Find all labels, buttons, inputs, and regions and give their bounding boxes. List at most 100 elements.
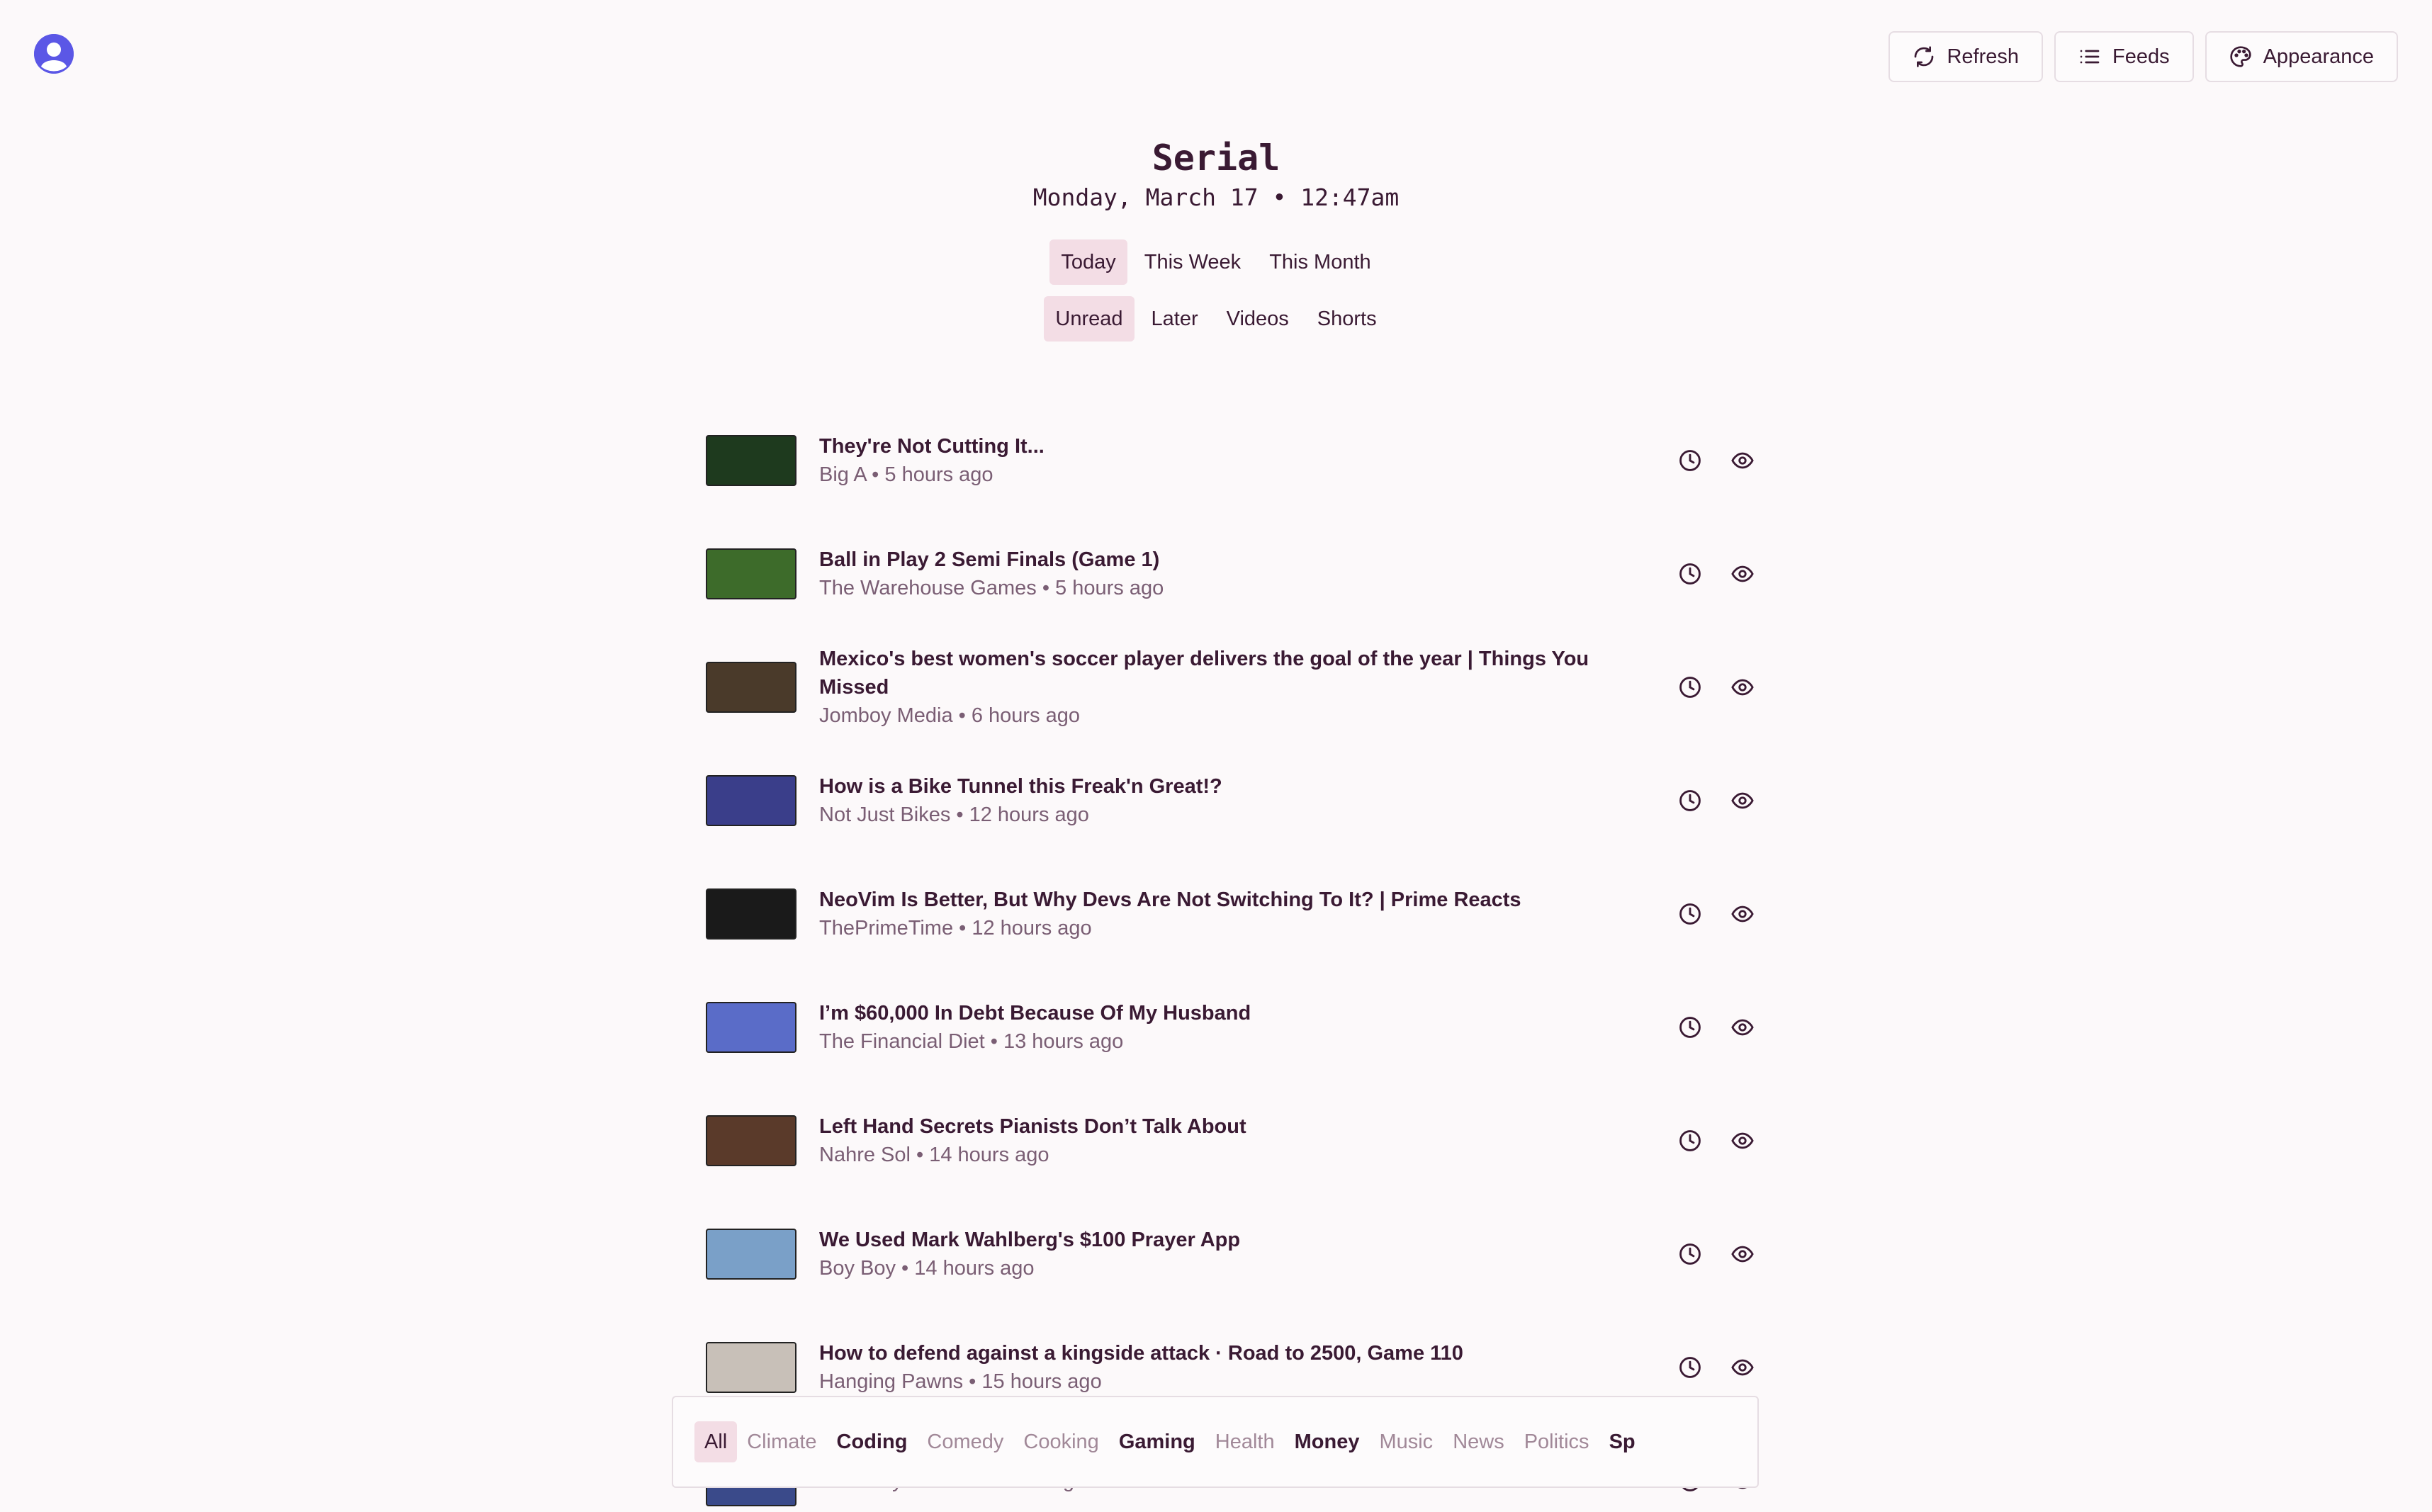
category-politics[interactable]: Politics xyxy=(1514,1421,1599,1462)
list-item[interactable]: I’m $60,000 In Debt Because Of My Husban… xyxy=(706,971,1755,1084)
video-info: Mexico's best women's soccer player deli… xyxy=(819,645,1599,730)
watch-later-clock-icon[interactable] xyxy=(1678,1242,1702,1266)
category-coding[interactable]: Coding xyxy=(827,1421,918,1462)
page-header: Serial Monday, March 17 • 12:47am Today T… xyxy=(0,135,2432,342)
category-bar: All Climate Coding Comedy Cooking Gaming Healt… xyxy=(672,1396,1759,1488)
item-actions xyxy=(1678,675,1755,699)
video-title[interactable]: Ball in Play 2 Semi Finals (Game 1) xyxy=(819,546,1599,574)
watch-later-clock-icon[interactable] xyxy=(1678,789,1702,813)
list-item[interactable]: Ball in Play 2 Semi Finals (Game 1) The W… xyxy=(706,517,1755,631)
video-thumbnail[interactable] xyxy=(706,775,796,826)
video-title[interactable]: How is a Bike Tunnel this Freak'n Great!… xyxy=(819,772,1599,801)
category-all[interactable]: All xyxy=(694,1421,738,1462)
appearance-label: Appearance xyxy=(2263,45,2374,68)
item-actions xyxy=(1678,1129,1755,1153)
watch-later-clock-icon[interactable] xyxy=(1678,448,1702,473)
video-info: Left Hand Secrets Pianists Don’t Talk Ab… xyxy=(819,1112,1599,1169)
watch-later-clock-icon[interactable] xyxy=(1678,902,1702,926)
mark-watched-eye-icon[interactable] xyxy=(1730,675,1755,699)
video-info: We Used Mark Wahlberg's $100 Prayer App B… xyxy=(819,1226,1599,1282)
tab-videos[interactable]: Videos xyxy=(1215,296,1300,342)
category-cooking[interactable]: Cooking xyxy=(1013,1421,1108,1462)
video-title[interactable]: We Used Mark Wahlberg's $100 Prayer App xyxy=(819,1226,1599,1254)
watch-later-clock-icon[interactable] xyxy=(1678,675,1702,699)
video-thumbnail[interactable] xyxy=(706,662,796,713)
video-info: How is a Bike Tunnel this Freak'n Great!… xyxy=(819,772,1599,829)
video-thumbnail[interactable] xyxy=(706,548,796,599)
category-music[interactable]: Music xyxy=(1369,1421,1443,1462)
refresh-label: Refresh xyxy=(1947,45,2019,68)
user-avatar[interactable] xyxy=(34,34,74,74)
video-title[interactable]: NeoVim Is Better, But Why Devs Are Not S… xyxy=(819,886,1599,914)
watch-later-clock-icon[interactable] xyxy=(1678,1015,1702,1039)
watch-later-clock-icon[interactable] xyxy=(1678,1129,1702,1153)
video-meta: Big A • 5 hours ago xyxy=(819,463,993,486)
video-thumbnail[interactable] xyxy=(706,1229,796,1280)
appearance-button[interactable]: Appearance xyxy=(2205,31,2398,82)
tab-this-week[interactable]: This Week xyxy=(1133,239,1252,285)
category-health[interactable]: Health xyxy=(1205,1421,1285,1462)
list-item[interactable]: NeoVim Is Better, But Why Devs Are Not S… xyxy=(706,857,1755,971)
watch-later-clock-icon[interactable] xyxy=(1678,1355,1702,1380)
list-item[interactable]: We Used Mark Wahlberg's $100 Prayer App B… xyxy=(706,1197,1755,1311)
feeds-button[interactable]: Feeds xyxy=(2054,31,2194,82)
video-meta: ThePrimeTime • 12 hours ago xyxy=(819,917,1092,940)
tab-this-month[interactable]: This Month xyxy=(1258,239,1382,285)
mark-watched-eye-icon[interactable] xyxy=(1730,1355,1755,1380)
video-title[interactable]: They're Not Cutting It... xyxy=(819,432,1599,461)
video-title[interactable]: Left Hand Secrets Pianists Don’t Talk Ab… xyxy=(819,1112,1599,1141)
item-actions xyxy=(1678,1242,1755,1266)
item-actions xyxy=(1678,1015,1755,1039)
mark-watched-eye-icon[interactable] xyxy=(1730,1015,1755,1039)
refresh-button[interactable]: Refresh xyxy=(1888,31,2043,82)
category-news[interactable]: News xyxy=(1443,1421,1514,1462)
video-meta: Hanging Pawns • 15 hours ago xyxy=(819,1370,1102,1393)
feeds-label: Feeds xyxy=(2112,45,2170,68)
item-actions xyxy=(1678,902,1755,926)
list-item[interactable]: Left Hand Secrets Pianists Don’t Talk Ab… xyxy=(706,1084,1755,1197)
tab-shorts[interactable]: Shorts xyxy=(1306,296,1388,342)
video-meta: The Warehouse Games • 5 hours ago xyxy=(819,577,1164,599)
list-item[interactable]: How is a Bike Tunnel this Freak'n Great!… xyxy=(706,744,1755,857)
category-money[interactable]: Money xyxy=(1285,1421,1370,1462)
item-actions xyxy=(1678,562,1755,586)
video-title[interactable]: How to defend against a kingside attack … xyxy=(819,1339,1599,1367)
watch-later-clock-icon[interactable] xyxy=(1678,562,1702,586)
palette-icon xyxy=(2229,46,2251,67)
mark-watched-eye-icon[interactable] xyxy=(1730,902,1755,926)
video-meta: Nahre Sol • 14 hours ago xyxy=(819,1144,1049,1166)
top-actions: Refresh Feeds Appearance xyxy=(1888,31,2398,82)
category-comedy[interactable]: Comedy xyxy=(917,1421,1013,1462)
video-info: NeoVim Is Better, But Why Devs Are Not S… xyxy=(819,886,1599,942)
mark-watched-eye-icon[interactable] xyxy=(1730,448,1755,473)
view-filter-tabs: Unread Later Videos Shorts xyxy=(0,296,2432,342)
video-thumbnail[interactable] xyxy=(706,1342,796,1393)
list-item[interactable]: Mexico's best women's soccer player deli… xyxy=(706,631,1755,744)
video-meta: Not Just Bikes • 12 hours ago xyxy=(819,803,1089,826)
video-title[interactable]: Mexico's best women's soccer player deli… xyxy=(819,645,1599,701)
video-meta: The Financial Diet • 13 hours ago xyxy=(819,1030,1124,1053)
video-thumbnail[interactable] xyxy=(706,1002,796,1053)
tab-unread[interactable]: Unread xyxy=(1044,296,1135,342)
mark-watched-eye-icon[interactable] xyxy=(1730,1129,1755,1153)
tab-later[interactable]: Later xyxy=(1140,296,1210,342)
video-thumbnail[interactable] xyxy=(706,888,796,940)
mark-watched-eye-icon[interactable] xyxy=(1730,562,1755,586)
app-page: Refresh Feeds Appearance Serial Monday, … xyxy=(0,0,2432,1512)
video-thumbnail[interactable] xyxy=(706,1115,796,1166)
video-info: I’m $60,000 In Debt Because Of My Husban… xyxy=(819,999,1599,1056)
mark-watched-eye-icon[interactable] xyxy=(1730,1242,1755,1266)
app-title: Serial xyxy=(1152,137,1280,179)
video-info: They're Not Cutting It... Big A • 5 hours… xyxy=(819,432,1599,489)
video-thumbnail[interactable] xyxy=(706,435,796,486)
list-item[interactable]: They're Not Cutting It... Big A • 5 hours… xyxy=(706,404,1755,517)
video-info: Ball in Play 2 Semi Finals (Game 1) The W… xyxy=(819,546,1599,602)
category-sp[interactable]: Sp xyxy=(1599,1421,1645,1462)
mark-watched-eye-icon[interactable] xyxy=(1730,789,1755,813)
refresh-icon xyxy=(1915,46,1934,67)
category-gaming[interactable]: Gaming xyxy=(1109,1421,1205,1462)
category-climate[interactable]: Climate xyxy=(737,1421,826,1462)
item-actions xyxy=(1678,789,1755,813)
video-title[interactable]: I’m $60,000 In Debt Because Of My Husban… xyxy=(819,999,1599,1027)
tab-today[interactable]: Today xyxy=(1049,239,1127,285)
